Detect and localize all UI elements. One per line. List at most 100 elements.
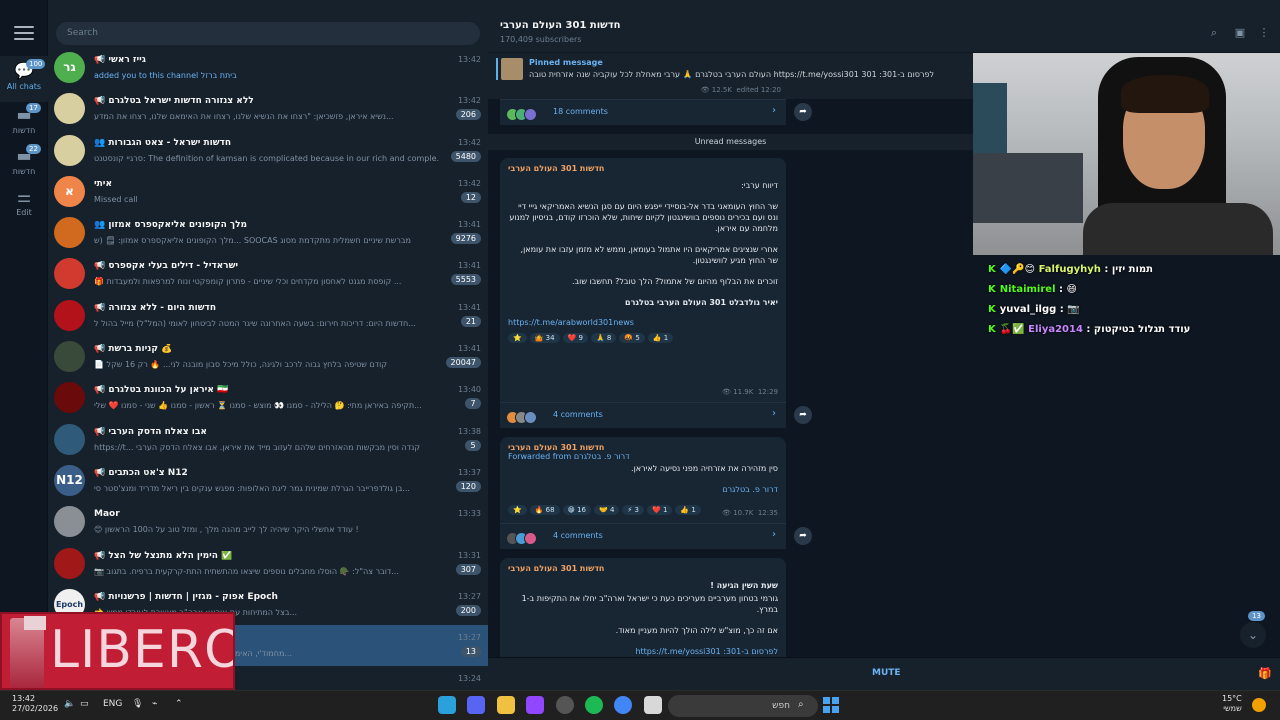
reaction-chip[interactable]: 🤝 4	[594, 505, 620, 515]
mute-button[interactable]: MUTE	[872, 668, 901, 678]
chevron-up-icon[interactable]: ⌃	[175, 699, 183, 709]
message-sender[interactable]: חדשות 301 העולם הערבי	[508, 564, 604, 573]
language-indicator[interactable]: ENG	[103, 699, 122, 709]
stream-chat-line: K 🔷🔑😊 Falfugyhyh : תמות יזין	[988, 264, 1153, 275]
reaction-chip[interactable]: ⚡ 3	[622, 505, 645, 515]
folder-count-badge: 22	[26, 144, 41, 154]
message-bubble[interactable]: חדשות 301 העולם הערבי שעת השין הגיעה ! ג…	[500, 558, 786, 657]
search-icon: ⌕	[798, 699, 804, 710]
spotify-taskbar-icon[interactable]	[585, 696, 603, 714]
folder-edit[interactable]: ⚌ Edit	[0, 182, 48, 228]
folder-news-2[interactable]: ▬ חדשות 22	[0, 141, 48, 187]
reaction-chip[interactable]: 👍 1	[647, 333, 674, 343]
forwarded-from[interactable]: Forwarded from דרור פ. בטלגרם	[508, 452, 630, 461]
windows-start-icon[interactable]	[823, 697, 839, 713]
comments-link[interactable]: 18 comments	[553, 107, 608, 116]
chrome-taskbar-icon[interactable]	[614, 696, 632, 714]
reaction-chip[interactable]: 😁 16	[562, 505, 592, 515]
chat-row[interactable]: 📢 הימין הלא מתנצל של הצל ✅ 13:31 📷 דובר צה…	[48, 543, 488, 584]
chat-row[interactable]: 📢 אבו צאלח הדסק הערבי 13:38 https://t... ק…	[48, 419, 488, 460]
chat-row[interactable]: 👥 חדשות ישראל - צאט הגבורות 13:42 סרגיי קו…	[48, 130, 488, 171]
sidebar-toggle-icon[interactable]: ▣	[1233, 26, 1247, 40]
chat-time: 13:31	[457, 550, 481, 560]
reaction-chip[interactable]: 🙏 8	[590, 333, 617, 343]
obs-taskbar-icon[interactable]	[556, 696, 574, 714]
scroll-down-button[interactable]: ⌄	[1240, 622, 1266, 648]
channel-header[interactable]: חדשות 301 העולם הערבי 170,409 subscriber…	[488, 0, 1280, 52]
reaction-chip[interactable]: ⭐	[508, 505, 527, 515]
chat-row[interactable]: Maor 13:33 😊 עודד אחשלי היקר שיהיה לך לייב…	[48, 501, 488, 542]
chat-snippet: added you to this channel ביתת ברזל	[94, 71, 237, 80]
taskbar-search[interactable]: חפש	[668, 695, 818, 717]
chat-time: 13:41	[457, 220, 481, 230]
hamburger-menu-icon[interactable]	[14, 26, 34, 40]
app-taskbar-icon[interactable]	[644, 696, 662, 714]
share-button[interactable]: ➦	[794, 103, 812, 121]
chat-row[interactable]: 📢 חדשות היום - ללא צנזורה 13:41 חדשות היום…	[48, 295, 488, 336]
comments-link[interactable]: 4 comments	[553, 531, 603, 540]
reaction-chip[interactable]: 🤷 34	[529, 333, 560, 343]
clock[interactable]: 13:42 27/02/2026	[12, 694, 58, 714]
message-link[interactable]: לפרסום ב-301: https://t.me/yossi301	[508, 646, 778, 657]
file-explorer-taskbar-icon[interactable]	[497, 696, 515, 714]
channel-title[interactable]: חדשות 301 העולם הערבי	[500, 20, 621, 31]
share-button[interactable]: ➦	[794, 406, 812, 424]
comments-bar[interactable]: 4 comments ›	[500, 523, 786, 549]
folder-all-chats[interactable]: 💬 All chats 100	[0, 56, 48, 102]
chat-snippet: 🎁 קופסת מגנט לאחסון מקדחים וכלי שיניים -…	[94, 277, 402, 287]
kick-icon: K	[988, 304, 996, 315]
commenter-avatars	[506, 409, 537, 424]
share-button[interactable]: ➦	[794, 527, 812, 545]
message-bubble[interactable]: חדשות 301 העולם הערבי Forwarded from דרו…	[500, 437, 786, 523]
chevron-right-icon: ›	[772, 408, 776, 419]
comments-bar[interactable]: 4 comments ›	[500, 402, 786, 428]
discord-taskbar-icon[interactable]	[467, 696, 485, 714]
chat-row[interactable]: 👥 מלך הקופונים אליאקספרס אמזון 13:41 מלך ה…	[48, 212, 488, 253]
reaction-chip[interactable]: ⭐	[508, 333, 527, 343]
chat-row[interactable]: 📢 קניות ברשת 💰 13:41 📄 קודם שטיפה בלחץ גבו…	[48, 336, 488, 377]
chat-avatar: א	[54, 175, 85, 207]
twitch-taskbar-icon[interactable]	[526, 696, 544, 714]
pinned-message-bar[interactable]: Pinned message לפרסום ב-301: https://t.m…	[488, 52, 973, 99]
comments-link[interactable]: 4 comments	[553, 410, 603, 419]
chat-title: 👥 מלך הקופונים אליאקספרס אמזון	[94, 220, 248, 231]
streamer-hair	[1121, 75, 1209, 113]
display-icon[interactable]: ▭	[80, 699, 89, 709]
chat-row[interactable]: N12 📢 צ'אט הכתבים N12 13:37 בן גולדפרייבר ה…	[48, 460, 488, 501]
message-bubble[interactable]: חדשות 301 העולם הערבי דיווח ערבי: שר החו…	[500, 158, 786, 402]
chat-row[interactable]: 📢 איראן על הכוונת בטלגרם 🇮🇷 13:40 תקיפה בא…	[48, 377, 488, 418]
network-icon[interactable]: ⌁	[152, 699, 157, 709]
reaction-chip[interactable]: 🤬 5	[619, 333, 645, 343]
search-icon[interactable]: ⌕	[1207, 26, 1221, 40]
message-link[interactable]: https://t.me/arabworld301news	[508, 318, 778, 327]
reaction-chip[interactable]: ❤️ 1	[647, 505, 673, 515]
reaction-chip[interactable]: 👍 1	[675, 505, 701, 515]
unread-badge: 200	[455, 604, 481, 616]
telegram-taskbar-icon[interactable]	[438, 696, 456, 714]
chat-row[interactable]: גר 📢 גייז ראשי 13:42 added you to this chan…	[48, 47, 488, 88]
chat-title: 📢 הימין הלא מתנצל של הצל ✅	[94, 550, 233, 561]
unread-badge: 120	[455, 480, 481, 492]
chat-row[interactable]: א איתי 13:42 Missed call 12	[48, 171, 488, 212]
folder-news-1[interactable]: ▬ חדשות 17	[0, 100, 48, 146]
message-sender[interactable]: חדשות 301 העולם הערבי	[508, 164, 604, 173]
chat-avatar: גר	[54, 52, 85, 83]
unread-badge: 20047	[445, 357, 481, 369]
message-meta: 👁 10.7K 12:35	[722, 509, 778, 517]
microphone-icon[interactable]: 🎙	[132, 699, 143, 709]
pinned-comments-bar[interactable]: 18 comments ›	[500, 99, 786, 125]
volume-icon[interactable]: 🔈	[64, 699, 75, 709]
message-sender[interactable]: חדשות 301 העולם הערבי	[508, 443, 604, 452]
chat-time: 13:42	[457, 96, 481, 106]
chat-row[interactable]: 📢 ישראדיל - דילים בעלי אקספרס 13:41 🎁 קופס…	[48, 253, 488, 294]
gift-icon[interactable]: 🎁	[1258, 667, 1272, 680]
chat-avatar	[54, 547, 85, 579]
reaction-chip[interactable]: ❤️ 9	[562, 333, 588, 343]
search-input[interactable]: Search	[56, 22, 480, 45]
folder-rail: 💬 All chats 100 ▬ חדשות 17 ▬ חדשות 22 ⚌ …	[0, 0, 48, 690]
chat-time: 13:24	[457, 674, 481, 684]
more-options-icon[interactable]: ⋮	[1257, 26, 1271, 40]
weather-widget[interactable]: 15°C שמשי	[1222, 694, 1242, 714]
chat-row[interactable]: 📢 ללא צנזורה חדשות ישראל בטלגרם 13:42 נשיא…	[48, 88, 488, 129]
reaction-chip[interactable]: 🔥 68	[529, 505, 560, 515]
